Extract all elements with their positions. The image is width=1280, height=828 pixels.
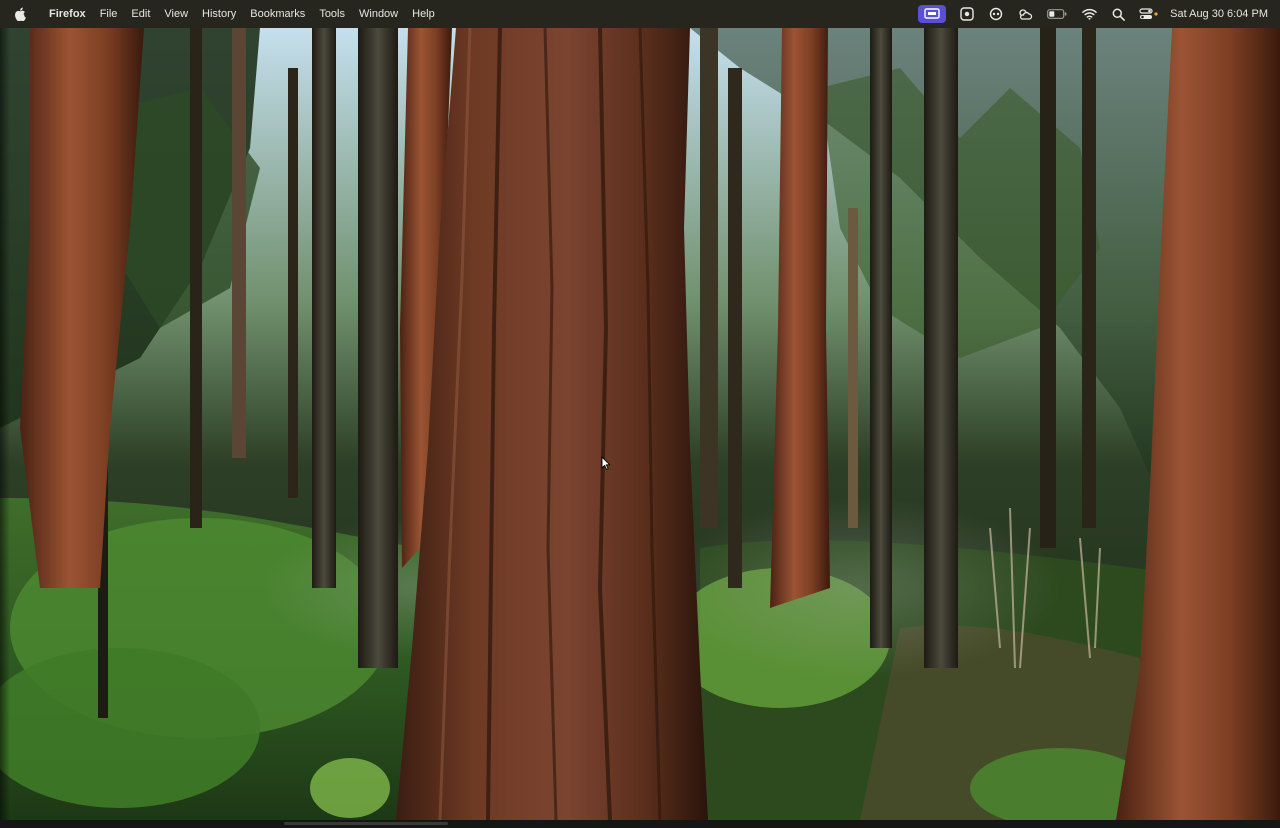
menu-help[interactable]: Help (405, 0, 442, 28)
dashboard-icon[interactable] (959, 6, 975, 22)
menu-file[interactable]: File (93, 0, 125, 28)
trunk-bg-12 (1082, 28, 1096, 528)
menu-window[interactable]: Window (352, 0, 405, 28)
wifi-icon[interactable] (1081, 6, 1097, 22)
menu-bar-right: Sat Aug 30 6:04 PM (918, 0, 1280, 28)
copilot-icon[interactable] (988, 6, 1004, 22)
screen-share-icon[interactable] (918, 5, 947, 23)
battery-icon[interactable] (1046, 6, 1068, 22)
menu-view[interactable]: View (157, 0, 195, 28)
horizontal-scroll-thumb[interactable] (284, 822, 448, 825)
apple-icon[interactable] (14, 6, 28, 22)
trunk-bg-9 (870, 28, 892, 648)
trunk-bg-6 (700, 28, 718, 528)
trunk-bg-10 (924, 28, 958, 668)
bottom-scroll-track[interactable] (0, 820, 1280, 828)
menu-bar: Firefox File Edit View History Bookmarks… (0, 0, 1280, 28)
trunk-bg-2 (232, 28, 246, 458)
menu-bar-clock[interactable]: Sat Aug 30 6:04 PM (1170, 8, 1268, 20)
menu-history[interactable]: History (195, 0, 243, 28)
trunk-bg-8 (848, 208, 858, 528)
menu-edit[interactable]: Edit (124, 0, 157, 28)
mouse-cursor-icon (601, 456, 611, 470)
weather-icon[interactable] (1017, 6, 1033, 22)
forest-scene (0, 28, 1280, 820)
trunk-bg-5 (358, 28, 398, 668)
menu-app-name[interactable]: Firefox (42, 0, 93, 28)
window-left-shadow (0, 28, 10, 820)
menu-bar-left: Firefox File Edit View History Bookmarks… (0, 0, 442, 28)
trunk-bg-3 (288, 68, 298, 498)
menu-tools[interactable]: Tools (312, 0, 352, 28)
menu-bookmarks[interactable]: Bookmarks (243, 0, 312, 28)
trunk-bg-1 (190, 28, 202, 528)
fern-highlight (310, 758, 390, 818)
spotlight-search-icon[interactable] (1110, 6, 1126, 22)
trunk-bg-11 (1040, 28, 1056, 548)
trunk-bg-4 (312, 28, 336, 588)
mist-right (660, 498, 1060, 678)
trunk-bg-7 (728, 68, 742, 588)
video-frame[interactable] (0, 28, 1280, 820)
control-center-icon[interactable] (1139, 6, 1159, 22)
